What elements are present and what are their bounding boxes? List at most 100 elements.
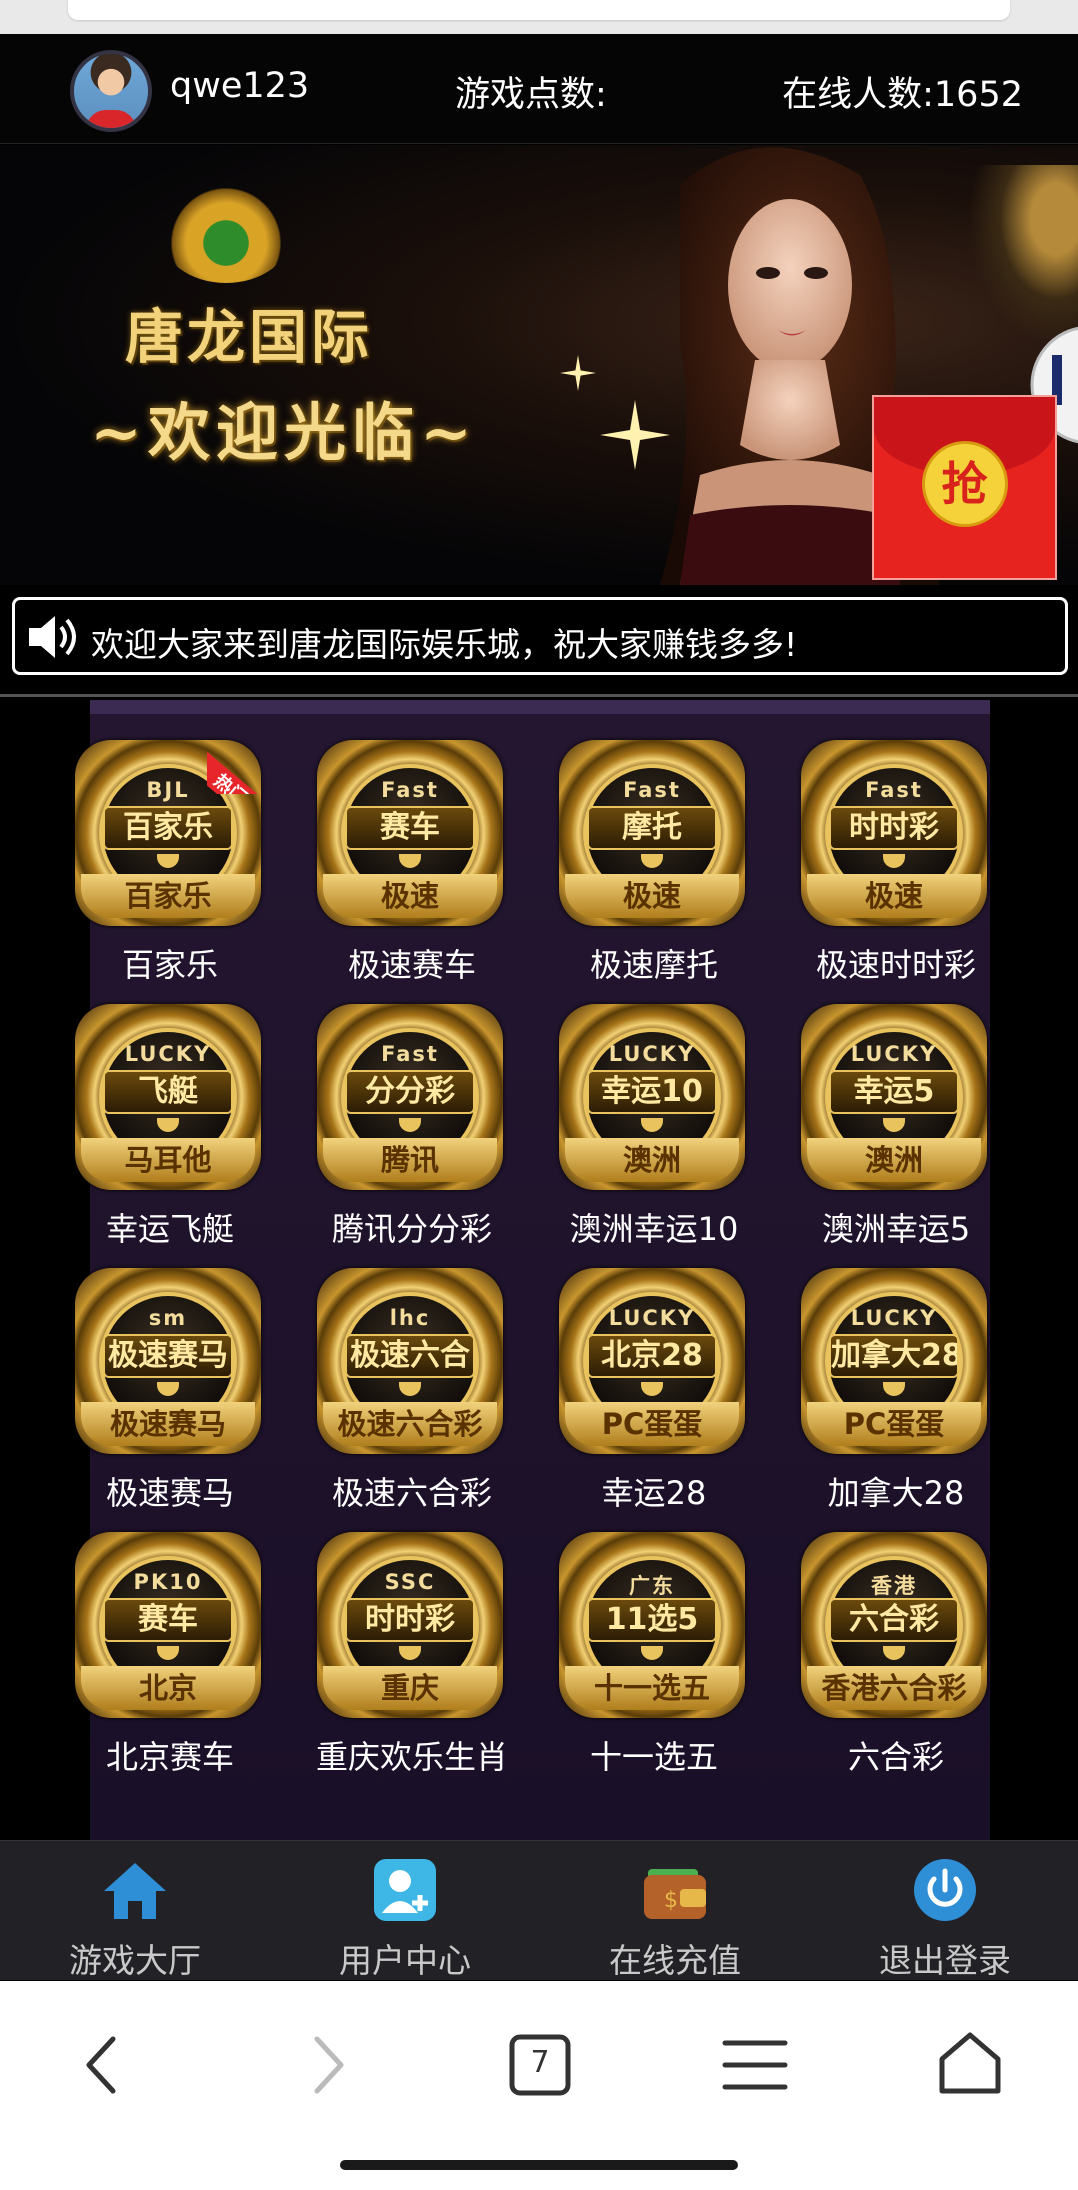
menu-icon[interactable] (715, 2025, 795, 2105)
home-page-icon[interactable] (930, 2025, 1010, 2105)
game-icon-title: 11选5 (587, 1598, 717, 1642)
game-label: 极速赛车 (347, 946, 476, 984)
brand-title: 唐龙国际 (125, 303, 374, 371)
game-icon-title: 加拿大28 (829, 1334, 959, 1378)
game-icon[interactable]: 广东 11选5 十一选五 (559, 1532, 745, 1718)
game-icon[interactable]: Fast 赛车 极速 (317, 740, 503, 926)
nav-logout[interactable]: 退出登录 (810, 1841, 1078, 1981)
game-item[interactable]: Fast 分分彩 腾讯 腾讯分分彩 (297, 1004, 527, 1264)
tabs-button[interactable]: 7 (500, 2025, 580, 2105)
game-icon-top-text: LUCKY (608, 1306, 696, 1330)
game-label: 重庆欢乐生肖 (315, 1738, 508, 1776)
game-item[interactable]: LUCKY 幸运5 澳洲 澳洲幸运5 (781, 1004, 1011, 1264)
game-icon-top-text: Fast (623, 778, 681, 802)
game-icon-bottom-text: 腾讯 (323, 1138, 497, 1182)
app-header: qwe123 游戏点数: 在线人数:1652 (0, 34, 1078, 144)
back-icon[interactable] (65, 2025, 145, 2105)
game-icon-top-text: lhc (389, 1306, 431, 1330)
red-packet-coin: 抢 (921, 441, 1008, 527)
game-icon-bottom-text: 香港六合彩 (807, 1666, 981, 1710)
game-item[interactable]: LUCKY 幸运10 澳洲 澳洲 幸运10 (539, 1004, 769, 1264)
announcement-text: 欢迎大家来到唐龙国际娱乐城，祝大家赚钱多多! (91, 625, 798, 664)
game-label: 澳洲幸运5 (821, 1210, 971, 1248)
game-icon-bottom-text: 百家乐 (81, 874, 255, 918)
game-icon[interactable]: Fast 分分彩 腾讯 (317, 1004, 503, 1190)
hot-ribbon: 热门 (207, 736, 265, 794)
power-icon (914, 1859, 976, 1921)
game-item[interactable]: sm 极速赛马 极速赛马 极速赛马 (55, 1268, 285, 1528)
svg-text:$: $ (664, 1888, 678, 1913)
game-icon[interactable]: LUCKY 幸运5 澳洲 (801, 1004, 987, 1190)
game-label: 六合彩 (847, 1738, 944, 1776)
game-icon-title: 时时彩 (829, 806, 959, 850)
bottom-nav: 游戏大厅 用户中心 $ 在线充值 退出登录 (0, 1840, 1078, 1980)
game-label: 加拿大28 (827, 1474, 965, 1512)
user-add-icon (374, 1859, 436, 1921)
sparkle-icon (560, 355, 596, 391)
game-icon-title: 幸运5 (829, 1070, 959, 1114)
game-icon[interactable]: Fast 摩托 极速 (559, 740, 745, 926)
game-icon[interactable]: LUCKY 飞艇 马耳他 (75, 1004, 261, 1190)
game-item[interactable]: Fast 摩托 极速 极速摩托 (539, 740, 769, 1000)
game-label: 极速摩托 (589, 946, 718, 984)
nav-label: 用户中心 (339, 1941, 471, 1980)
game-item[interactable]: Fast 赛车 极速 极速赛车 (297, 740, 527, 1000)
tab-count: 7 (530, 2045, 550, 2080)
game-points-label: 游戏点数: (455, 75, 607, 115)
nav-user-center[interactable]: 用户中心 (270, 1841, 540, 1981)
game-label: 极速赛马 (105, 1474, 234, 1512)
game-item[interactable]: LUCKY 飞艇 马耳他 幸运飞艇 (55, 1004, 285, 1264)
game-item[interactable]: LUCKY 加拿大28 PC蛋蛋 加拿大28 (781, 1268, 1011, 1528)
game-label: 北京赛车 (105, 1738, 234, 1776)
forward-icon[interactable] (285, 2025, 365, 2105)
game-item[interactable]: 广东 11选5 十一选五 十一选五 (539, 1532, 769, 1792)
game-icon-bottom-text: 澳洲 (565, 1138, 739, 1182)
game-icon[interactable]: LUCKY 加拿大28 PC蛋蛋 (801, 1268, 987, 1454)
game-label: 极速六合彩 (331, 1474, 492, 1512)
dragon-logo-icon (160, 183, 292, 283)
game-label: 幸运飞艇 (105, 1210, 234, 1248)
red-packet-button[interactable]: 抢 (872, 395, 1057, 580)
game-icon-bottom-text: 北京 (81, 1666, 255, 1710)
nav-game-lobby[interactable]: 游戏大厅 (0, 1841, 270, 1981)
game-item[interactable]: PK10 赛车 北京 北京赛车 (55, 1532, 285, 1792)
game-icon[interactable]: sm 极速赛马 极速赛马 (75, 1268, 261, 1454)
nav-online-recharge[interactable]: $ 在线充值 (540, 1841, 810, 1981)
game-label: 十一选五 (589, 1738, 718, 1776)
nav-label: 游戏大厅 (69, 1941, 201, 1980)
game-icon-title: 六合彩 (829, 1598, 959, 1642)
game-icon-bottom-text: 极速六合彩 (323, 1402, 497, 1446)
game-icon[interactable]: Fast 时时彩 极速 (801, 740, 987, 926)
game-item[interactable]: 香港 六合彩 香港六合彩 六合彩 (781, 1532, 1011, 1792)
game-item[interactable]: LUCKY 北京28 PC蛋蛋 幸运28 (539, 1268, 769, 1528)
game-icon[interactable]: LUCKY 北京28 PC蛋蛋 (559, 1268, 745, 1454)
game-label: 幸运28 (601, 1474, 707, 1512)
game-icon[interactable]: 香港 六合彩 香港六合彩 (801, 1532, 987, 1718)
game-icon[interactable]: SSC 时时彩 重庆 (317, 1532, 503, 1718)
avatar[interactable] (70, 50, 152, 132)
game-icon-bottom-text: 十一选五 (565, 1666, 739, 1710)
game-icon-top-text: LUCKY (850, 1042, 938, 1066)
game-item[interactable]: BJL 百家乐 百家乐 热门 百家乐 (55, 740, 285, 1000)
game-icon-top-text: Fast (865, 778, 923, 802)
game-icon-title: 赛车 (345, 806, 475, 850)
speaker-icon (29, 616, 76, 658)
game-item[interactable]: SSC 时时彩 重庆 重庆欢乐生肖 (297, 1532, 527, 1792)
browser-toolbar: 7 (0, 1981, 1078, 2190)
game-item[interactable]: Fast 时时彩 极速 极速时时彩 (781, 740, 1011, 1000)
game-icon-title: 赛车 (103, 1598, 233, 1642)
game-icon[interactable]: lhc 极速六合 极速六合彩 (317, 1268, 503, 1454)
game-icon[interactable]: PK10 赛车 北京 (75, 1532, 261, 1718)
game-icon-title: 幸运10 (587, 1070, 717, 1114)
game-icon-top-text: 广东 (629, 1574, 675, 1598)
game-icon[interactable]: LUCKY 幸运10 澳洲 (559, 1004, 745, 1190)
game-icon[interactable]: BJL 百家乐 百家乐 热门 (75, 740, 265, 926)
game-icon-top-text: PK10 (133, 1570, 203, 1594)
game-icon-top-text: SSC (384, 1570, 436, 1594)
game-item[interactable]: lhc 极速六合 极速六合彩 极速六合彩 (297, 1268, 527, 1528)
welcome-banner: 唐龙国际 ~欢迎光临~ 抢 (0, 145, 1078, 585)
announcement-bar: 欢迎大家来到唐龙国际娱乐城，祝大家赚钱多多! (12, 597, 1068, 675)
game-icon-top-text: LUCKY (124, 1042, 212, 1066)
home-icon (104, 1863, 166, 1919)
game-icon-title: 飞艇 (103, 1070, 233, 1114)
